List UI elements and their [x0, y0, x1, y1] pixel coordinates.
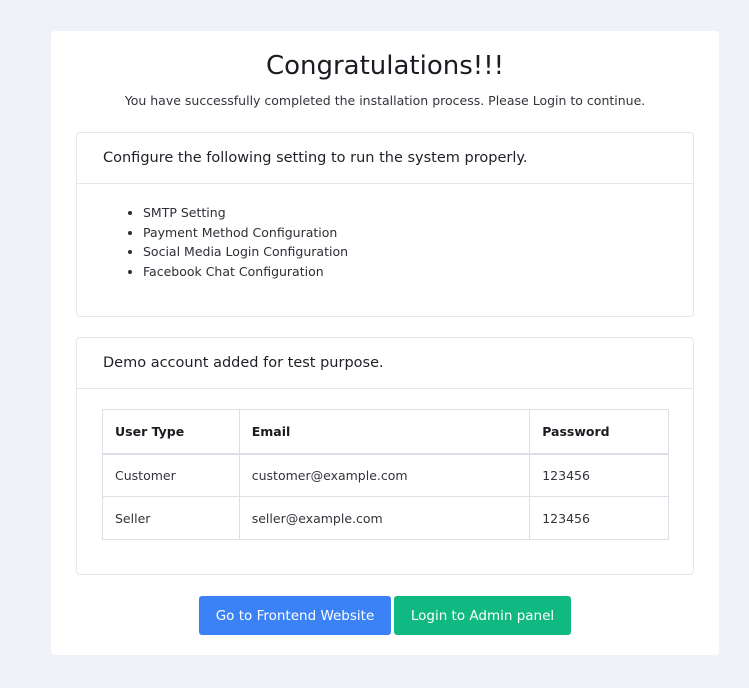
cell-user-type: Customer — [102, 453, 240, 497]
column-header-password: Password — [529, 409, 669, 455]
config-panel: Configure the following setting to run t… — [76, 132, 694, 317]
demo-accounts-table: User Type Email Password Customer custom… — [102, 409, 669, 540]
cell-password: 123456 — [529, 453, 669, 497]
demo-account-panel: Demo account added for test purpose. Use… — [76, 337, 694, 575]
cell-email: seller@example.com — [238, 496, 531, 540]
config-panel-heading: Configure the following setting to run t… — [77, 133, 693, 184]
install-complete-card: Congratulations!!! You have successfully… — [51, 31, 719, 655]
table-row: Seller seller@example.com 123456 — [102, 496, 669, 540]
page-title: Congratulations!!! — [265, 51, 505, 81]
settings-list-item: Facebook Chat Configuration — [143, 262, 348, 282]
column-header-user-type: User Type — [102, 409, 240, 455]
demo-panel-heading: Demo account added for test purpose. — [77, 338, 693, 389]
settings-list-item: Payment Method Configuration — [143, 223, 348, 243]
table-row: Customer customer@example.com 123456 — [102, 453, 669, 497]
settings-list-item: SMTP Setting — [143, 203, 348, 223]
go-to-frontend-button[interactable]: Go to Frontend Website — [199, 596, 391, 635]
column-header-email: Email — [238, 409, 531, 455]
cell-password: 123456 — [529, 496, 669, 540]
page-subtitle: You have successfully completed the inst… — [124, 93, 646, 108]
settings-list-item: Social Media Login Configuration — [143, 242, 348, 262]
table-header-row: User Type Email Password — [102, 409, 669, 455]
cell-email: customer@example.com — [238, 453, 531, 497]
cell-user-type: Seller — [102, 496, 240, 540]
login-admin-button[interactable]: Login to Admin panel — [394, 596, 571, 635]
settings-list: SMTP Setting Payment Method Configuratio… — [143, 203, 348, 281]
